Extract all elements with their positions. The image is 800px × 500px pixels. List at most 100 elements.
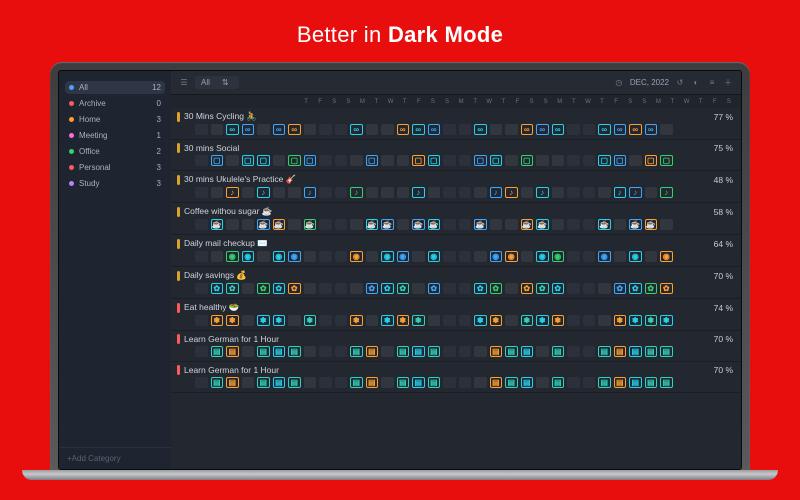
day-cell[interactable]: ▢ (304, 155, 317, 166)
day-cell[interactable] (412, 283, 425, 294)
day-cell[interactable] (397, 219, 410, 230)
day-cell[interactable] (598, 187, 611, 198)
day-cell[interactable]: ◉ (660, 251, 673, 262)
day-cell[interactable] (583, 283, 596, 294)
day-cell[interactable]: ☕ (257, 219, 270, 230)
day-cell[interactable] (242, 219, 255, 230)
day-cell[interactable]: ∞ (412, 124, 425, 135)
day-cell[interactable] (552, 187, 565, 198)
day-cell[interactable] (350, 283, 363, 294)
clock-icon[interactable]: ◷ (614, 78, 624, 88)
sidebar-item-archive[interactable]: Archive0 (65, 97, 165, 110)
day-cell[interactable]: ▤ (505, 346, 518, 357)
day-cell[interactable] (397, 187, 410, 198)
habit-name[interactable]: Learn German for 1 Hour (177, 365, 279, 375)
theme-icon[interactable]: ◐ (691, 78, 701, 88)
day-cell[interactable]: ▤ (257, 346, 270, 357)
day-cell[interactable] (366, 315, 379, 326)
day-cell[interactable] (536, 377, 549, 388)
day-cell[interactable] (443, 346, 456, 357)
day-cell[interactable] (474, 377, 487, 388)
day-cell[interactable] (567, 315, 580, 326)
day-cell[interactable]: ▢ (428, 155, 441, 166)
day-cell[interactable] (443, 124, 456, 135)
day-cell[interactable] (304, 377, 317, 388)
day-cell[interactable]: ❃ (629, 315, 642, 326)
day-cell[interactable] (397, 155, 410, 166)
day-cell[interactable] (195, 251, 208, 262)
day-cell[interactable] (583, 187, 596, 198)
day-cell[interactable]: ▢ (614, 155, 627, 166)
day-cell[interactable] (381, 377, 394, 388)
day-cell[interactable]: ❃ (397, 315, 410, 326)
day-cell[interactable]: ▤ (366, 377, 379, 388)
day-cell[interactable]: ◉ (350, 251, 363, 262)
day-cell[interactable]: ❃ (660, 315, 673, 326)
day-cell[interactable] (567, 251, 580, 262)
day-cell[interactable] (598, 315, 611, 326)
day-cell[interactable]: ◉ (598, 251, 611, 262)
day-cell[interactable]: ❃ (226, 315, 239, 326)
day-cell[interactable]: ▤ (660, 377, 673, 388)
day-cell[interactable] (598, 283, 611, 294)
list-icon[interactable]: ≡ (707, 78, 717, 88)
day-cell[interactable] (195, 283, 208, 294)
day-cell[interactable] (474, 187, 487, 198)
day-cell[interactable]: ✿ (660, 283, 673, 294)
day-cell[interactable]: ♪ (490, 187, 503, 198)
sidebar-item-meeting[interactable]: Meeting1 (65, 129, 165, 142)
day-cell[interactable]: ▤ (288, 377, 301, 388)
day-cell[interactable]: ▢ (645, 155, 658, 166)
day-cell[interactable]: ❃ (211, 315, 224, 326)
day-cell[interactable] (567, 124, 580, 135)
habit-name[interactable]: Daily mail checkup ✉️ (177, 238, 268, 249)
sidebar-item-all[interactable]: All12 (65, 81, 165, 94)
day-cell[interactable] (536, 346, 549, 357)
day-cell[interactable]: ▤ (629, 346, 642, 357)
day-cell[interactable]: ▤ (598, 346, 611, 357)
day-cell[interactable] (211, 251, 224, 262)
day-cell[interactable]: ❃ (273, 315, 286, 326)
day-cell[interactable]: ✿ (490, 283, 503, 294)
day-cell[interactable] (366, 124, 379, 135)
day-cell[interactable]: ❃ (381, 315, 394, 326)
day-cell[interactable] (567, 283, 580, 294)
day-cell[interactable] (319, 283, 332, 294)
day-cell[interactable] (443, 155, 456, 166)
day-cell[interactable]: ♪ (304, 187, 317, 198)
day-cell[interactable]: ◉ (490, 251, 503, 262)
day-cell[interactable] (490, 124, 503, 135)
day-cell[interactable]: ▢ (598, 155, 611, 166)
day-cell[interactable]: ∞ (474, 124, 487, 135)
day-cell[interactable]: ☕ (412, 219, 425, 230)
day-cell[interactable]: ▤ (366, 346, 379, 357)
day-cell[interactable] (195, 155, 208, 166)
day-cell[interactable]: ♪ (614, 187, 627, 198)
day-cell[interactable] (242, 346, 255, 357)
day-cell[interactable]: ✿ (552, 283, 565, 294)
day-cell[interactable]: ▤ (273, 377, 286, 388)
sidebar-item-office[interactable]: Office2 (65, 145, 165, 158)
day-cell[interactable] (335, 377, 348, 388)
day-cell[interactable] (505, 283, 518, 294)
day-cell[interactable] (443, 251, 456, 262)
day-cell[interactable]: ▤ (428, 377, 441, 388)
day-cell[interactable]: ∞ (428, 124, 441, 135)
day-cell[interactable] (257, 251, 270, 262)
habit-name[interactable]: 30 mins Ukulele's Practice 🎸 (177, 174, 296, 185)
day-cell[interactable] (459, 283, 472, 294)
day-cell[interactable] (211, 124, 224, 135)
day-cell[interactable] (335, 219, 348, 230)
day-cell[interactable]: ∞ (598, 124, 611, 135)
day-cell[interactable]: ▢ (288, 155, 301, 166)
day-cell[interactable] (583, 346, 596, 357)
day-cell[interactable]: ▤ (505, 377, 518, 388)
day-cell[interactable] (335, 187, 348, 198)
day-cell[interactable] (319, 251, 332, 262)
day-cell[interactable]: ▤ (490, 377, 503, 388)
sidebar-item-home[interactable]: Home3 (65, 113, 165, 126)
day-cell[interactable]: ◉ (397, 251, 410, 262)
day-cell[interactable]: ✿ (614, 283, 627, 294)
day-cell[interactable] (381, 187, 394, 198)
day-cell[interactable] (195, 219, 208, 230)
